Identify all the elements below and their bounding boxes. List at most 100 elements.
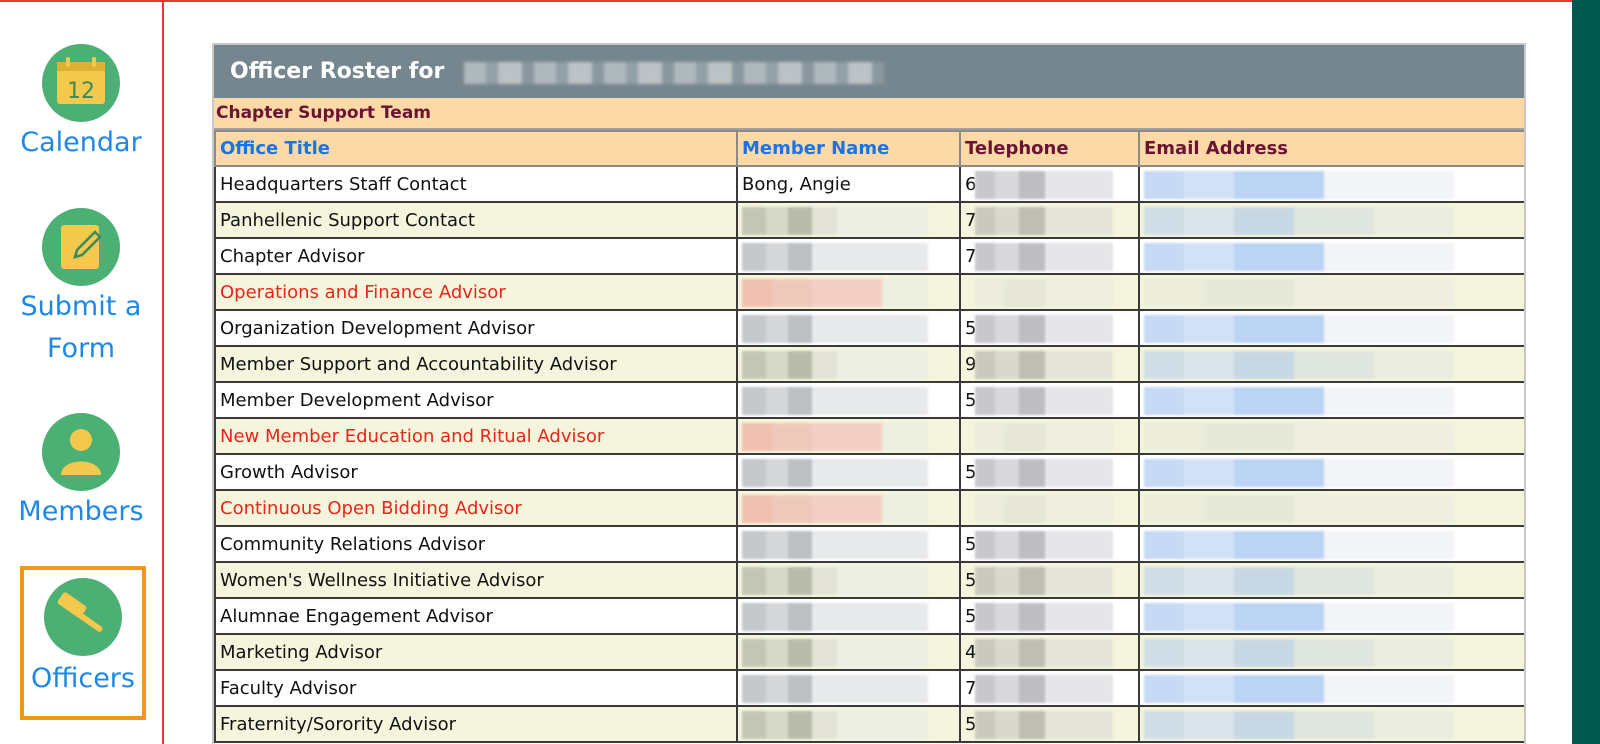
redacted-email-link [1144,171,1454,199]
redacted-telephone [975,711,1113,739]
redacted-member-name [742,387,928,415]
email-cell[interactable] [1138,633,1524,671]
email-cell[interactable] [1138,345,1524,383]
member-name-cell[interactable] [736,489,961,527]
office-title-cell: Member Development Advisor [214,381,738,419]
person-icon [42,413,120,491]
telephone-cell: 5 [959,309,1140,347]
redacted-telephone [975,207,1113,235]
redacted-chapter-name [464,62,884,84]
table-row: Panhellenic Support Contact 7 [214,201,1524,239]
table-row: Community Relations Advisor 5 [214,525,1524,563]
member-name-cell[interactable] [736,597,961,635]
member-name-cell[interactable] [736,201,961,239]
column-header-office-title[interactable]: Office Title [214,130,738,167]
redacted-telephone [975,171,1113,199]
table-row: Headquarters Staff Contact Bong, Angie 6 [214,165,1524,203]
email-cell[interactable] [1138,201,1524,239]
redacted-member-name [742,567,928,595]
member-name-cell[interactable] [736,669,961,707]
telephone-cell: 5 [959,597,1140,635]
redacted-telephone [975,423,1113,451]
redacted-telephone [975,315,1113,343]
table-row: Member Support and Accountability Adviso… [214,345,1524,383]
redacted-member-name [742,639,928,667]
office-title-cell: Continuous Open Bidding Advisor [214,489,738,527]
office-title-cell: Operations and Finance Advisor [214,273,738,311]
sidebar-item-label: Members [18,496,144,527]
email-cell[interactable] [1138,417,1524,455]
redacted-member-name [742,243,928,271]
office-title-cell: New Member Education and Ritual Advisor [214,417,738,455]
officer-table: Office Title Member Name Telephone Email… [214,130,1524,743]
email-cell[interactable] [1138,525,1524,563]
email-cell[interactable] [1138,273,1524,311]
table-row: Operations and Finance Advisor [214,273,1524,311]
office-title-cell: Chapter Advisor [214,237,738,275]
member-name-cell[interactable] [736,705,961,743]
redacted-email-link [1144,639,1454,667]
redacted-telephone [975,243,1113,271]
member-name-cell[interactable] [736,345,961,383]
email-cell[interactable] [1138,453,1524,491]
table-row: Growth Advisor 5 [214,453,1524,491]
email-cell[interactable] [1138,561,1524,599]
member-name-cell[interactable] [736,273,961,311]
member-name-cell[interactable] [736,633,961,671]
redacted-member-name [742,675,928,703]
table-row: Women's Wellness Initiative Advisor 5 [214,561,1524,599]
email-cell[interactable] [1138,489,1524,527]
telephone-cell: 5 [959,705,1140,743]
redacted-member-name [742,711,928,739]
telephone-cell: 7 [959,669,1140,707]
sidebar-item-members[interactable]: Members [0,413,162,533]
redacted-email-link [1144,531,1454,559]
office-title-cell: Marketing Advisor [214,633,738,671]
calendar-icon-day: 12 [67,79,95,104]
column-header-member-name[interactable]: Member Name [736,130,961,167]
page-title: Officer Roster for [230,59,445,84]
calendar-icon: 12 [42,44,120,122]
redacted-member-name [742,279,928,307]
redacted-telephone [975,639,1113,667]
redacted-telephone [975,387,1113,415]
member-name-cell[interactable]: Bong, Angie [736,165,961,203]
email-cell[interactable] [1138,309,1524,347]
email-cell[interactable] [1138,705,1524,743]
table-header-row: Office Title Member Name Telephone Email… [214,130,1524,167]
email-cell[interactable] [1138,597,1524,635]
member-name-cell[interactable] [736,561,961,599]
sidebar-item-officers[interactable]: Officers [20,566,146,720]
member-name-cell[interactable] [736,453,961,491]
email-cell[interactable] [1138,381,1524,419]
member-name-cell[interactable] [736,525,961,563]
redacted-member-name [742,531,928,559]
telephone-cell: 9 [959,345,1140,383]
gavel-icon [44,578,122,656]
redacted-email-link [1144,387,1454,415]
sidebar-nav: 12 Calendar Submit a Form Members Office… [0,0,164,744]
table-row: Faculty Advisor 7 [214,669,1524,707]
member-name-cell[interactable] [736,381,961,419]
panel-header: Officer Roster for [214,45,1524,98]
section-title: Chapter Support Team [214,98,1524,130]
redacted-email-link [1144,675,1454,703]
redacted-email-link [1144,495,1454,523]
redacted-email-link [1144,351,1454,379]
redacted-email-link [1144,423,1454,451]
telephone-cell: 5 [959,453,1140,491]
email-cell[interactable] [1138,237,1524,275]
member-name-cell[interactable] [736,417,961,455]
redacted-telephone [975,675,1113,703]
right-edge-bar [1572,0,1600,744]
column-header-telephone: Telephone [959,130,1140,167]
member-name-cell[interactable] [736,309,961,347]
email-cell[interactable] [1138,669,1524,707]
office-title-cell: Panhellenic Support Contact [214,201,738,239]
table-row: Organization Development Advisor 5 [214,309,1524,347]
email-cell[interactable] [1138,165,1524,203]
sidebar-item-submit-form[interactable]: Submit a Form [0,208,162,370]
table-row: Chapter Advisor 7 [214,237,1524,275]
sidebar-item-calendar[interactable]: 12 Calendar [0,44,162,164]
member-name-cell[interactable] [736,237,961,275]
